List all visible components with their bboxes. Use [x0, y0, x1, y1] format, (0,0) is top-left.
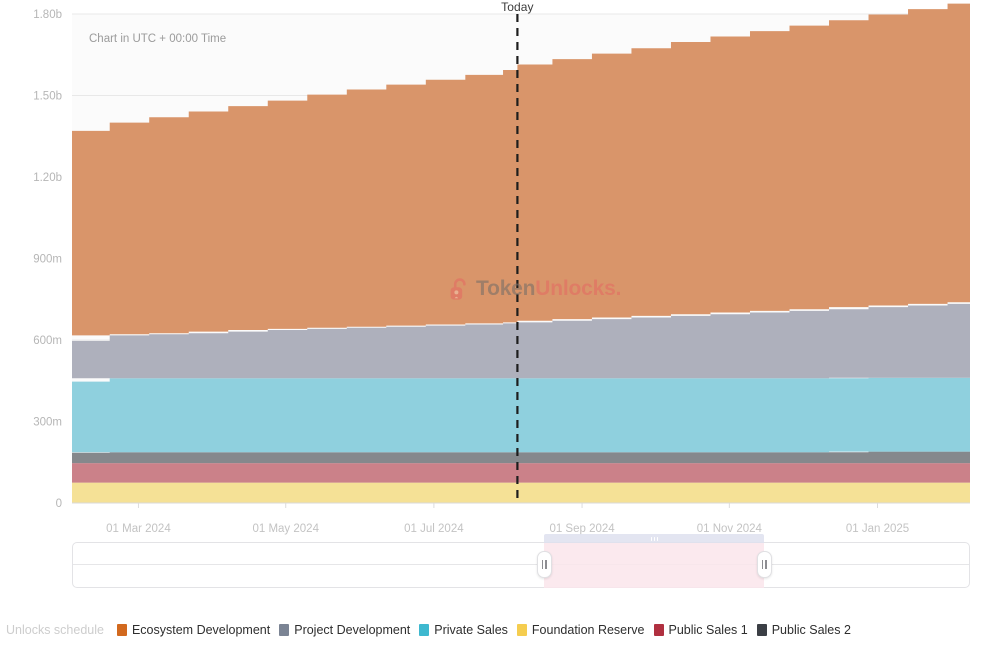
series-area-public-sales-2[interactable] [72, 451, 970, 464]
series-area-private-sales[interactable] [72, 377, 970, 453]
legend-item[interactable]: Private Sales [419, 623, 508, 637]
y-axis-tick-label: 1.80b [33, 9, 62, 21]
range-slider-handle-left[interactable] [536, 551, 552, 578]
y-axis-tick-label: 900m [33, 254, 62, 266]
legend-swatch [419, 624, 430, 636]
series-area-public-sales-1[interactable] [72, 463, 970, 483]
y-axis-tick-label: 1.20b [33, 172, 62, 184]
y-axis-tick-label: 0 [56, 498, 62, 510]
range-slider-handle-right[interactable] [756, 551, 772, 578]
legend-swatch [516, 624, 527, 636]
range-slider-drag-bar[interactable] [544, 534, 765, 543]
range-slider-selection[interactable] [544, 534, 765, 588]
legend-title: Unlocks schedule [6, 623, 104, 637]
legend-item-label: Ecosystem Development [131, 623, 271, 637]
legend-item-label: Public Sales 1 [668, 623, 748, 637]
y-axis-tick-label: 300m [33, 417, 62, 429]
x-axis-tick-label: 01 May 2024 [252, 523, 319, 535]
x-axis-tick-label: 01 Jan 2025 [846, 523, 909, 535]
legend-swatch [653, 624, 664, 636]
utc-time-note: Chart in UTC + 00:00 Time [89, 33, 227, 45]
x-axis-tick-label: 01 Jul 2024 [404, 523, 464, 535]
chart-area[interactable]: 0 300m 600m 900m 1.20b 1.50b 1.80b 01 Mar 2024 0… [0, 0, 983, 540]
legend-item-label: Foundation Reserve [531, 623, 645, 637]
unlocks-schedule-chart-page: 0 300m 600m 900m 1.20b 1.50b 1.80b 01 Mar 2024 0… [0, 0, 983, 646]
chart-legend: Unlocks schedule Ecosystem Development Pr… [0, 618, 983, 642]
legend-swatch [279, 624, 290, 636]
legend-item-label: Project Development [294, 623, 411, 637]
legend-swatch [756, 624, 767, 636]
legend-item[interactable]: Project Development [279, 623, 410, 637]
legend-item-label: Public Sales 2 [771, 623, 851, 637]
legend-item[interactable]: Ecosystem Development [116, 623, 271, 637]
legend-item[interactable]: Public Sales 1 [653, 623, 748, 637]
grip-dots-icon [650, 536, 659, 541]
legend-item[interactable]: Foundation Reserve [516, 623, 645, 637]
legend-swatch [116, 624, 127, 636]
today-marker-label: Today [501, 0, 534, 14]
legend-items: Ecosystem Development Project Development… [116, 623, 851, 637]
y-axis-tick-label: 1.50b [33, 91, 62, 103]
stacked-area-chart[interactable]: 0 300m 600m 900m 1.20b 1.50b 1.80b 01 Mar 2024 0… [0, 0, 983, 540]
x-axis-tick-label: 01 Mar 2024 [106, 523, 171, 535]
series-area-foundation-reserve[interactable] [72, 482, 970, 503]
y-axis-tick-label: 600m [33, 335, 62, 347]
range-slider-track [73, 564, 969, 565]
range-slider[interactable] [72, 534, 970, 588]
legend-item[interactable]: Public Sales 2 [756, 623, 851, 637]
legend-item-label: Private Sales [434, 623, 508, 637]
